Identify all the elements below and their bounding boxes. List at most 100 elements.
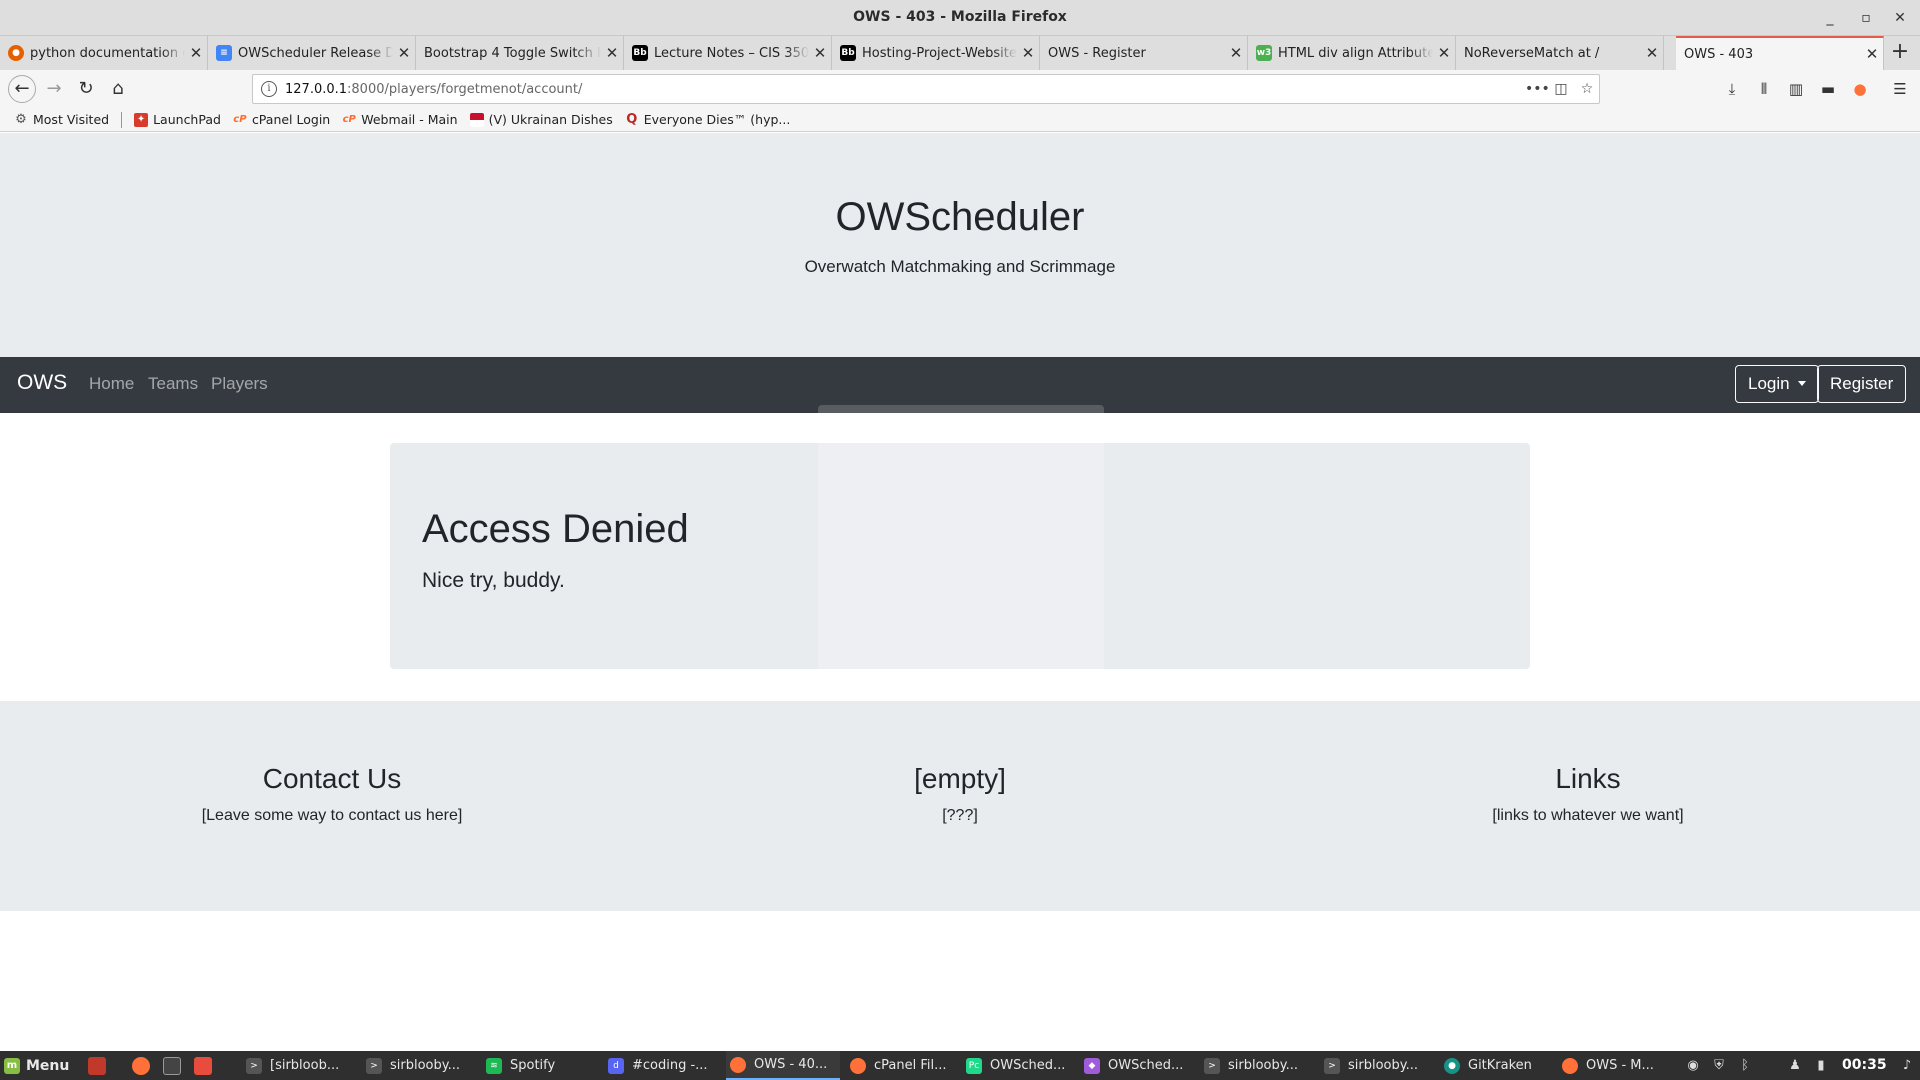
tab-ows-register[interactable]: OWS - Register ✕ — [1040, 36, 1248, 70]
url-path: :8000/players/forgetmenot/account/ — [347, 82, 583, 97]
close-tab-icon[interactable]: ✕ — [393, 44, 415, 62]
close-tab-icon[interactable]: ✕ — [1861, 45, 1883, 63]
start-menu-button[interactable]: m Menu — [4, 1055, 69, 1077]
pocket-icon[interactable]: ◫ — [1551, 79, 1571, 99]
footer-text: [links to whatever we want] — [1492, 807, 1684, 824]
footer-contact-column: Contact Us [Leave some way to contact us… — [102, 763, 562, 825]
bookmark-star-icon[interactable]: ☆ — [1577, 79, 1597, 99]
bookmark-label: Everyone Dies™ (hyp... — [643, 112, 791, 127]
shield-icon[interactable]: ⛨ — [1710, 1057, 1728, 1075]
error-heading: Access Denied — [422, 507, 689, 551]
navbar-brand[interactable]: OWS — [17, 371, 67, 395]
terminal-launcher-icon[interactable] — [163, 1057, 181, 1075]
tab-label: python documentation generator — [30, 45, 185, 61]
task-firefox-ows-m[interactable]: OWS - M... — [1562, 1051, 1670, 1080]
tab-html-div-align[interactable]: w3 HTML div align Attribute ✕ — [1248, 36, 1456, 70]
terminal-icon: > — [1324, 1057, 1340, 1074]
nav-link-teams[interactable]: Teams — [148, 374, 198, 394]
bookmark-launchpad[interactable]: ✦ LaunchPad — [134, 112, 221, 127]
pycharm-icon: Pc — [966, 1057, 982, 1074]
task-editor[interactable]: ◆ OWSched... — [1084, 1051, 1192, 1080]
close-tab-icon[interactable]: ✕ — [1017, 44, 1039, 62]
task-terminal-2[interactable]: > sirblooby... — [366, 1051, 466, 1080]
close-window-button[interactable]: ✕ — [1890, 8, 1910, 28]
bookmark-webmail[interactable]: cP Webmail - Main — [342, 112, 458, 127]
show-desktop-icon[interactable] — [88, 1057, 106, 1075]
close-tab-icon[interactable]: ✕ — [601, 44, 623, 62]
bookmark-cpanel-login[interactable]: cP cPanel Login — [233, 112, 330, 127]
new-tab-button[interactable]: + — [1888, 41, 1912, 65]
editor-icon: ◆ — [1084, 1057, 1100, 1074]
bookmark-separator — [121, 111, 123, 128]
tab-hosting-project[interactable]: Bb Hosting-Project-Website-On ✕ — [832, 36, 1040, 70]
tab-python-documentation[interactable]: ● python documentation generator ✕ — [0, 36, 208, 70]
tab-noreversematch[interactable]: NoReverseMatch at / ✕ — [1456, 36, 1664, 70]
launchpad-icon: ✦ — [134, 112, 149, 127]
nav-link-home[interactable]: Home — [89, 374, 134, 394]
close-tab-icon[interactable]: ✕ — [809, 44, 831, 62]
maximize-button[interactable]: ▫ — [1856, 8, 1876, 28]
reload-icon[interactable]: ↻ — [74, 77, 98, 101]
bookmark-everyone-dies[interactable]: Q Everyone Dies™ (hyp... — [625, 112, 791, 127]
close-tab-icon[interactable]: ✕ — [1225, 44, 1247, 62]
close-tab-icon[interactable]: ✕ — [185, 44, 207, 62]
tab-owscheduler-release-doc[interactable]: ≡ OWScheduler Release Document ✕ — [208, 36, 416, 70]
page-viewport: OWScheduler Overwatch Matchmaking and Sc… — [0, 133, 1920, 1051]
home-icon[interactable]: ⌂ — [106, 77, 130, 101]
tab-ows-403[interactable]: OWS - 403 ✕ — [1676, 36, 1884, 70]
page-actions-icon[interactable]: ••• — [1525, 79, 1550, 99]
battery-icon[interactable]: ▮ — [1812, 1057, 1830, 1075]
hamburger-menu-icon[interactable]: ☰ — [1890, 79, 1910, 99]
back-arrow-icon[interactable]: ← — [8, 75, 36, 103]
url-text[interactable]: 127.0.0.1:8000/players/forgetmenot/accou… — [285, 82, 582, 97]
task-spotify[interactable]: ≋ Spotify — [486, 1051, 586, 1080]
files-launcher-icon[interactable] — [194, 1057, 212, 1075]
bluetooth-icon[interactable]: ᛒ — [1736, 1057, 1754, 1075]
task-label: Spotify — [510, 1058, 556, 1073]
task-gitkraken[interactable]: ● GitKraken — [1444, 1051, 1550, 1080]
library-icon[interactable]: ⫴ — [1754, 79, 1774, 99]
downloads-icon[interactable]: ⤓ — [1722, 79, 1742, 99]
task-label: GitKraken — [1468, 1058, 1532, 1073]
url-bar[interactable]: i 127.0.0.1:8000/players/forgetmenot/acc… — [252, 74, 1600, 104]
login-dropdown-button[interactable]: Login — [1735, 365, 1819, 403]
task-firefox-cpanel[interactable]: cPanel Fil... — [850, 1051, 954, 1080]
extension-icon[interactable]: ▬ — [1818, 79, 1838, 99]
terminal-icon: > — [1204, 1057, 1220, 1074]
bookmark-ukrainian-dishes[interactable]: (V) Ukrainan Dishes — [469, 112, 613, 127]
user-icon[interactable]: ♟ — [1786, 1057, 1804, 1075]
spotify-icon: ≋ — [486, 1057, 502, 1074]
clock[interactable]: 00:35 — [1842, 1057, 1887, 1073]
forward-arrow-icon[interactable]: → — [42, 77, 66, 101]
task-label: OWS - M... — [1586, 1058, 1654, 1073]
nav-link-players[interactable]: Players — [211, 374, 268, 394]
site-info-icon[interactable]: i — [261, 81, 277, 97]
music-note-icon[interactable]: ♪ — [1898, 1057, 1916, 1075]
tab-lecture-notes[interactable]: Bb Lecture Notes – CIS 350 02 ✕ — [624, 36, 832, 70]
bookmark-most-visited[interactable]: ⚙ Most Visited — [14, 112, 109, 127]
window-title: OWS - 403 - Mozilla Firefox — [853, 9, 1067, 25]
tab-bootstrap-toggle[interactable]: Bootstrap 4 Toggle Switch Button ✕ — [416, 36, 624, 70]
register-button[interactable]: Register — [1817, 365, 1907, 403]
minimize-button[interactable]: _ — [1820, 8, 1840, 28]
task-firefox-ows-403[interactable]: OWS - 40... — [726, 1051, 840, 1080]
task-label: [sirbloob... — [270, 1058, 340, 1073]
firefox-launcher-icon[interactable] — [132, 1057, 150, 1075]
task-pycharm[interactable]: Pc OWSched... — [966, 1051, 1074, 1080]
task-terminal-4[interactable]: > sirblooby... — [1324, 1051, 1432, 1080]
task-terminal-3[interactable]: > sirblooby... — [1204, 1051, 1312, 1080]
close-tab-icon[interactable]: ✕ — [1433, 44, 1455, 62]
footer-heading: Links — [1555, 763, 1621, 794]
task-label: sirblooby... — [1348, 1058, 1418, 1073]
bookmark-label: LaunchPad — [153, 112, 221, 127]
close-tab-icon[interactable]: ✕ — [1641, 44, 1663, 62]
duckduckgo-icon[interactable]: ● — [1850, 79, 1870, 99]
task-discord[interactable]: d #coding -... — [608, 1051, 712, 1080]
cpanel-icon: cP — [233, 113, 247, 125]
tab-label: OWS - 403 — [1684, 46, 1754, 62]
task-terminal-1[interactable]: > [sirbloob... — [246, 1051, 346, 1080]
discord-tray-icon[interactable]: ◉ — [1684, 1057, 1702, 1075]
sidebar-icon[interactable]: ▥ — [1786, 79, 1806, 99]
firefox-icon — [850, 1057, 866, 1074]
task-label: OWSched... — [990, 1058, 1066, 1073]
